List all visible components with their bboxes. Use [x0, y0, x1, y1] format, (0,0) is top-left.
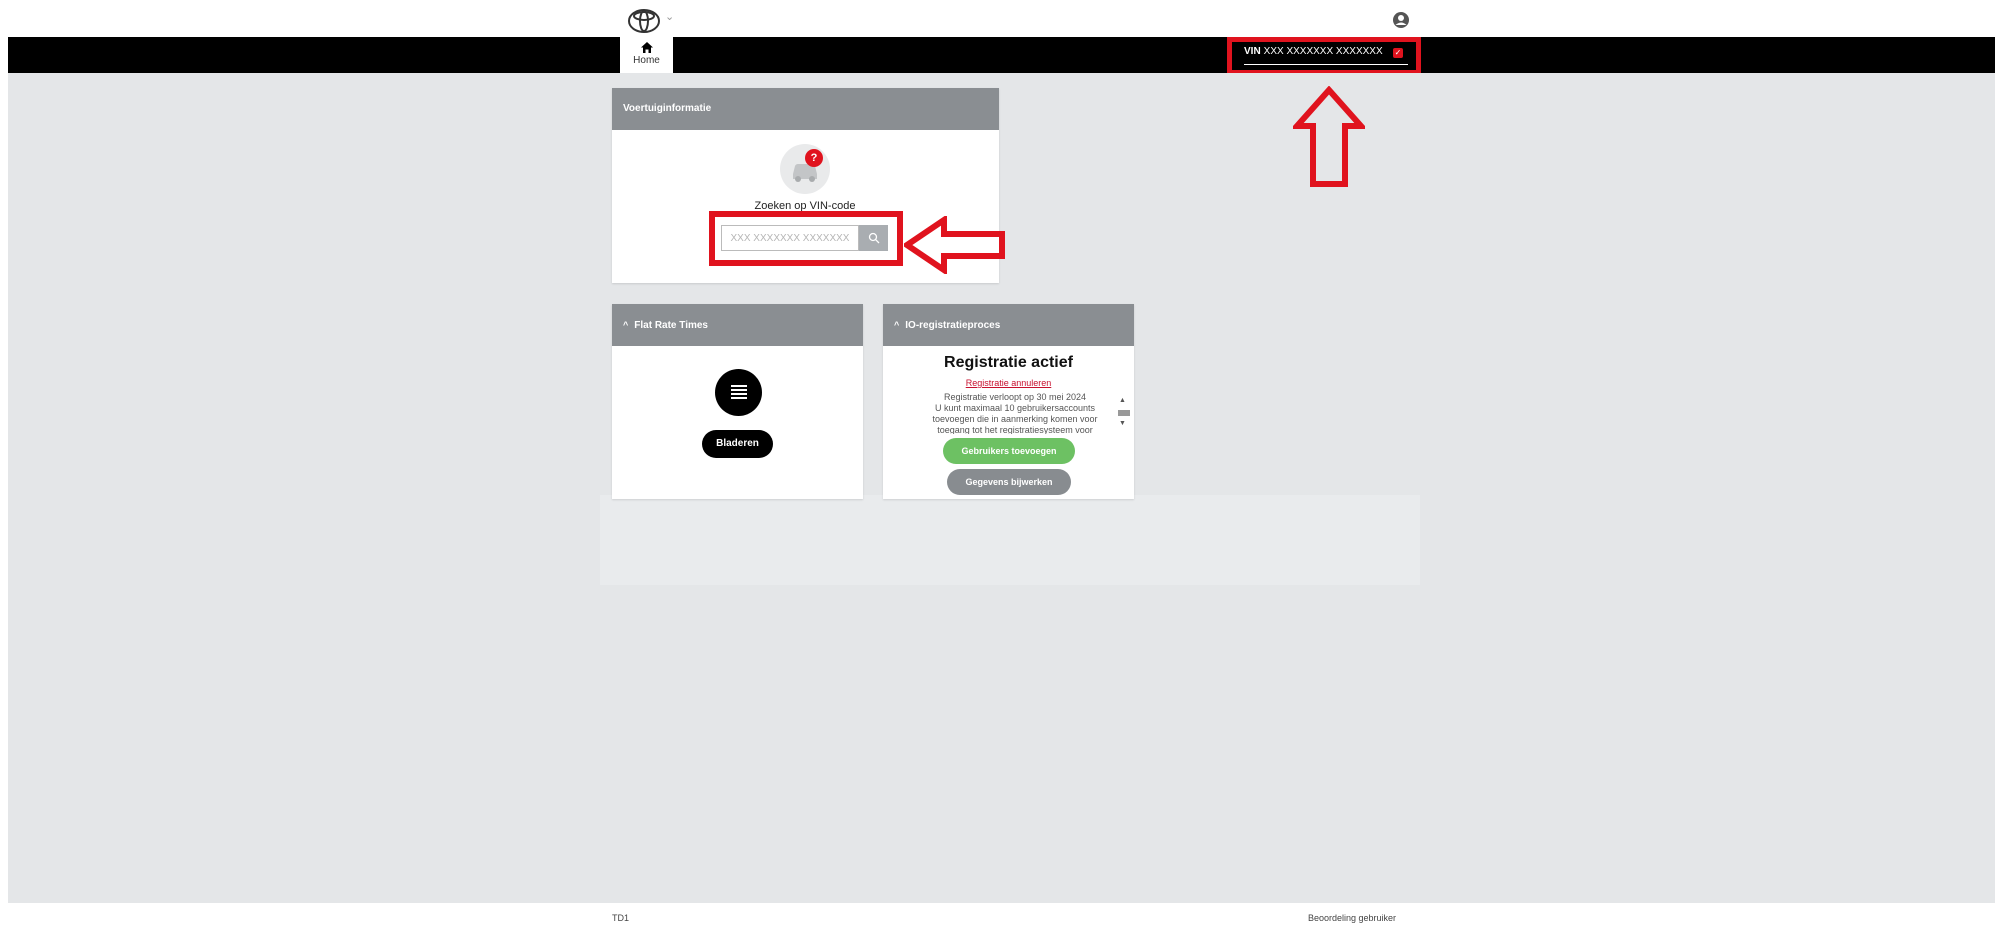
toyota-logo-icon[interactable]	[627, 8, 661, 34]
scrollbar-thumb[interactable]	[1118, 410, 1130, 416]
update-details-button[interactable]: Gegevens bijwerken	[947, 469, 1071, 495]
empty-panel	[600, 495, 1420, 585]
user-account-icon[interactable]	[1391, 10, 1411, 30]
annotation-highlight-search	[709, 211, 903, 266]
scroll-down-arrow-icon[interactable]: ▼	[1119, 420, 1126, 427]
scroll-up-arrow-icon[interactable]: ▲	[1119, 397, 1126, 404]
list-icon	[715, 369, 762, 416]
registration-info-line: U kunt maximaal 10 gebruikersaccounts	[934, 403, 1096, 413]
registration-status-heading: Registratie actief	[944, 354, 1073, 371]
cancel-registration-link[interactable]: Registratie annuleren	[883, 378, 1134, 388]
registration-info-text: Registratie verloopt op 30 mei 2024 U ku…	[900, 392, 1130, 434]
flat-rate-times-header[interactable]: ^ Flat Rate Times	[612, 304, 863, 346]
annotation-arrow-up-icon	[1290, 85, 1368, 188]
vehicle-info-card-title: Voertuiginformatie	[612, 88, 999, 130]
registration-process-header[interactable]: ^ IO-registratieproces	[883, 304, 1134, 346]
chevron-down-icon[interactable]: ⌄	[665, 10, 674, 23]
question-badge: ?	[805, 149, 823, 167]
footer-code: TD1	[612, 913, 630, 923]
add-users-button[interactable]: Gebruikers toevoegen	[943, 438, 1075, 464]
registration-process-title: IO-registratieproces	[905, 320, 1001, 331]
tab-home[interactable]: Home	[620, 37, 673, 73]
registration-info-line: toegang tot het registratiesysteem voor	[937, 425, 1093, 434]
flat-rate-times-title: Flat Rate Times	[634, 320, 708, 331]
tab-home-label: Home	[633, 55, 660, 66]
main-nav-bar	[8, 37, 1995, 73]
collapse-caret-icon: ^	[623, 320, 629, 330]
registration-info-line: toevoegen die in aanmerking komen voor	[932, 414, 1098, 424]
annotation-highlight-vin	[1227, 37, 1421, 75]
annotation-arrow-left-icon	[901, 214, 1006, 276]
registration-info-line: Registratie verloopt op 30 mei 2024	[943, 392, 1087, 402]
car-unknown-icon	[780, 144, 830, 194]
user-feedback-link[interactable]: Beoordeling gebruiker	[1308, 913, 1396, 923]
browse-button[interactable]: Bladeren	[702, 430, 773, 458]
collapse-caret-icon: ^	[894, 320, 900, 330]
home-icon	[640, 41, 654, 54]
